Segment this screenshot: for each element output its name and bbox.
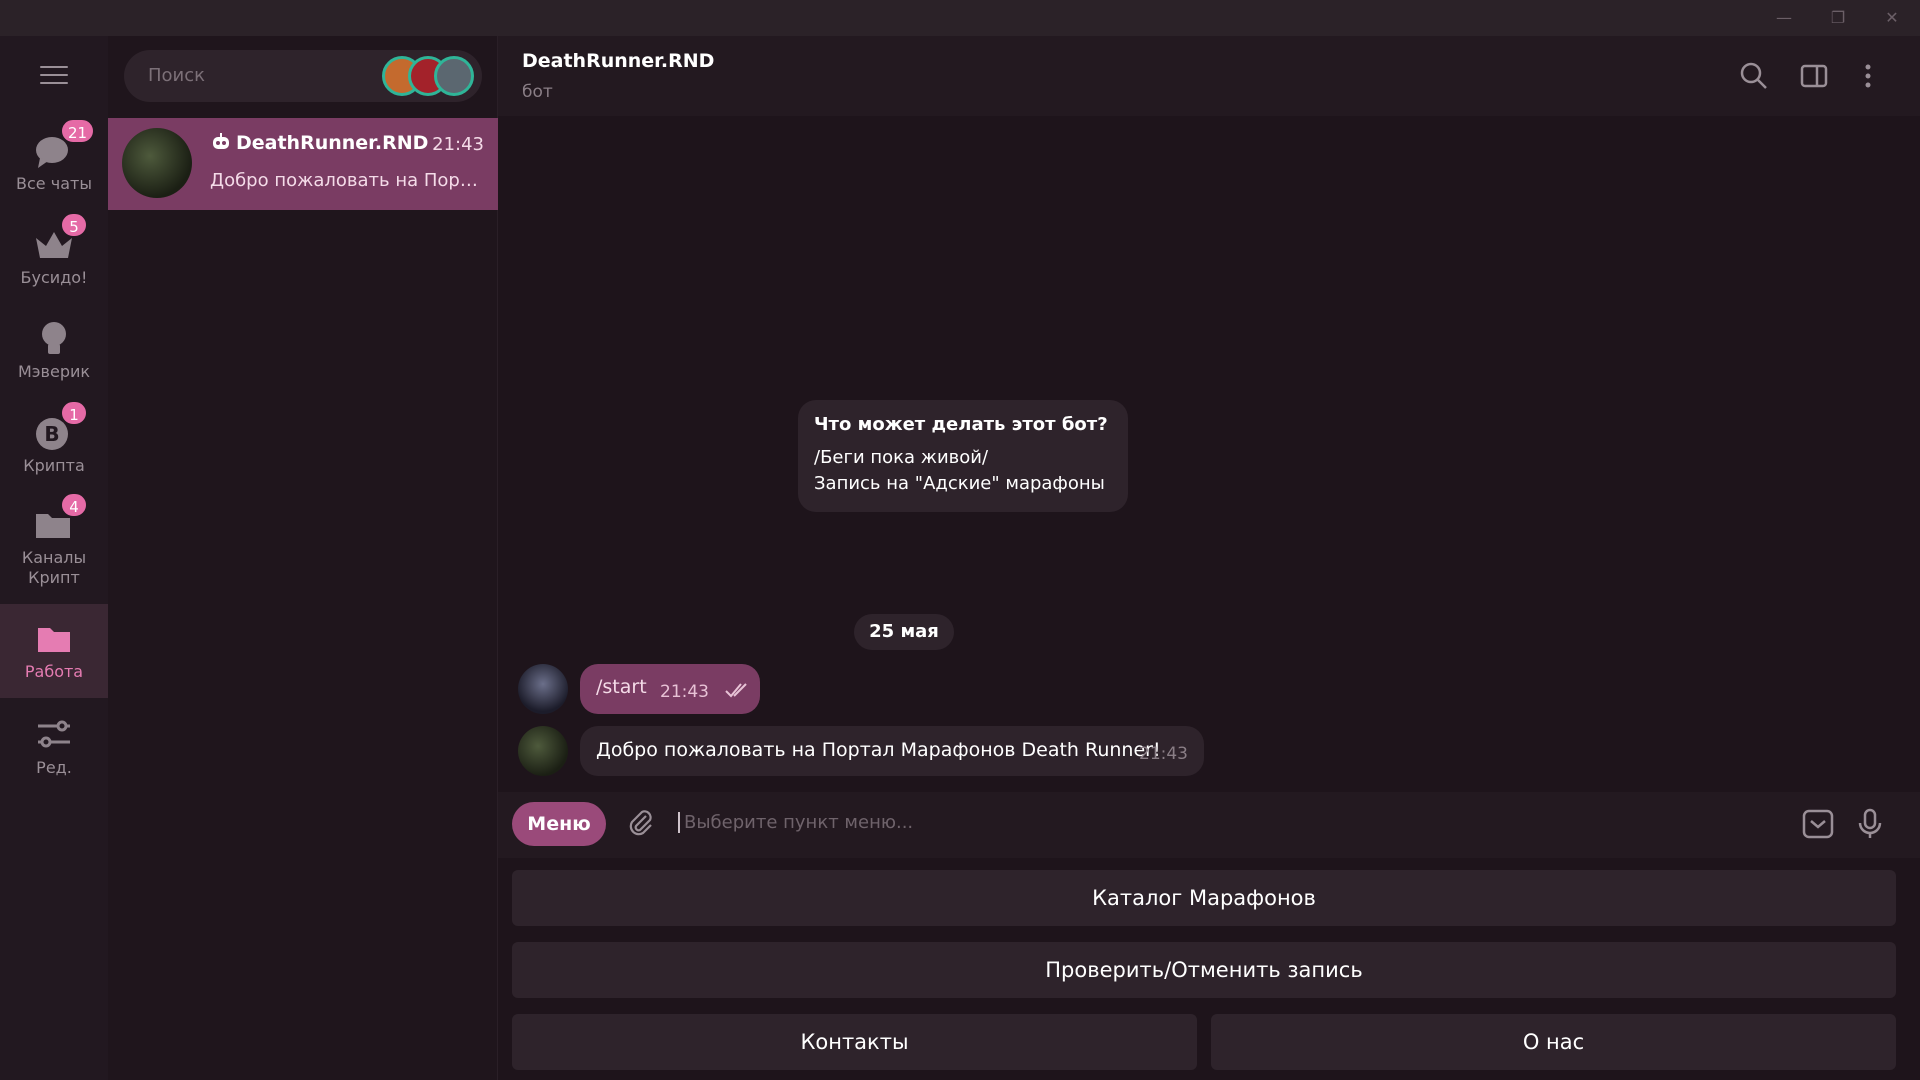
message-input-bar: Меню Выберите пункт меню... (498, 792, 1920, 858)
search-icon[interactable] (1736, 58, 1772, 94)
svg-text:B: B (44, 422, 59, 446)
message-outgoing[interactable]: /start 21:43 (580, 664, 760, 714)
intro-title: Что может делать этот бот? (814, 414, 1108, 435)
keyboard-button-contacts[interactable]: Контакты (512, 1014, 1197, 1070)
folder-label: Бусидо! (20, 268, 88, 287)
intro-line: /Беги пока живой/ (814, 447, 989, 468)
folder-icon (32, 616, 76, 660)
story-avatar[interactable] (434, 56, 474, 96)
folder-crypto[interactable]: B 1 Крипта (0, 400, 108, 496)
menu-icon[interactable] (40, 66, 68, 86)
crown-icon: 5 (32, 212, 88, 266)
folder-label: Работа (24, 662, 84, 681)
folder-crypto-channels[interactable]: 4 Каналы Крипт (0, 492, 108, 608)
folder-label: Ред. (36, 758, 72, 777)
folder-edit[interactable]: Ред. (0, 712, 108, 798)
folder-label: Все чаты (16, 174, 92, 193)
microphone-icon[interactable] (1852, 806, 1888, 842)
sidebar-toggle-icon[interactable] (1796, 58, 1832, 94)
folder-maverick[interactable]: Мэверик (0, 316, 108, 402)
folder-busido[interactable]: 5 Бусидо! (0, 212, 108, 308)
message-text: Добро пожаловать на Портал Марафонов Dea… (596, 739, 1161, 761)
stories-strip[interactable] (382, 56, 474, 96)
avatar[interactable] (518, 726, 568, 776)
message-text: /start (596, 676, 647, 698)
minimize-button[interactable]: — (1764, 6, 1804, 30)
avatar (122, 128, 192, 198)
folder-work[interactable]: Работа (0, 604, 108, 698)
double-check-icon (724, 682, 750, 702)
message-input[interactable]: Выберите пункт меню... (678, 812, 913, 833)
bot-intro-card: Что может делать этот бот? /Беги пока жи… (798, 400, 1128, 512)
keyboard-button-about[interactable]: О нас (1211, 1014, 1896, 1070)
maximize-button[interactable]: ❐ (1818, 6, 1858, 30)
bot-keyboard-icon[interactable] (1800, 806, 1836, 842)
chat-title: DeathRunner.RND (522, 50, 715, 72)
unread-badge: 1 (60, 400, 88, 426)
keyboard-button-check[interactable]: Проверить/Отменить запись (512, 942, 1896, 998)
keyboard-button-catalog[interactable]: Каталог Марафонов (512, 870, 1896, 926)
close-button[interactable]: ✕ (1872, 6, 1912, 30)
search-input[interactable]: Поиск (124, 50, 482, 102)
bitcoin-icon: B 1 (32, 400, 88, 454)
bot-menu-button[interactable]: Меню (512, 802, 606, 846)
chat-time: 21:43 (432, 134, 484, 155)
unread-badge: 21 (60, 118, 96, 144)
lightbulb-icon (32, 316, 76, 360)
bot-icon (210, 133, 232, 156)
folder-icon: 4 (32, 492, 88, 546)
more-vertical-icon[interactable] (1850, 58, 1886, 94)
intro-line: Запись на "Адские" марафоны (814, 473, 1105, 494)
folder-all-chats[interactable]: 21 Все чаты (0, 118, 108, 214)
folder-label: Каналы Крипт (21, 548, 87, 587)
chat-subtitle: бот (522, 82, 553, 102)
chat-view: DeathRunner.RND бот Что может делать это… (498, 36, 1920, 1080)
sliders-icon (32, 712, 76, 756)
message-time: 21:43 (660, 682, 709, 702)
avatar[interactable] (518, 664, 568, 714)
chat-preview: Добро пожаловать на Портал Марафонов Dea… (210, 170, 486, 191)
chat-bubbles-icon: 21 (32, 118, 96, 172)
chat-name: DeathRunner.RND (210, 132, 428, 156)
folders-sidebar: 21 Все чаты 5 Бусидо! Мэверик B 1 Крипта… (0, 36, 108, 1080)
title-bar: — ❐ ✕ (0, 0, 1920, 36)
folder-label: Мэверик (17, 362, 91, 381)
date-separator: 25 мая (854, 614, 954, 650)
message-time: 21:43 (1139, 744, 1188, 764)
attach-icon[interactable] (624, 806, 658, 840)
message-incoming[interactable]: Добро пожаловать на Портал Марафонов Dea… (580, 726, 1204, 776)
chat-list-panel: Поиск DeathRunner.RND 21:43 Добро пожало… (108, 36, 498, 1080)
chat-header[interactable]: DeathRunner.RND бот (498, 36, 1920, 116)
unread-badge: 5 (60, 212, 88, 238)
unread-badge: 4 (60, 492, 88, 518)
folder-label: Крипта (23, 456, 85, 475)
chat-list-item[interactable]: DeathRunner.RND 21:43 Добро пожаловать н… (108, 118, 498, 210)
search-placeholder: Поиск (148, 65, 206, 86)
